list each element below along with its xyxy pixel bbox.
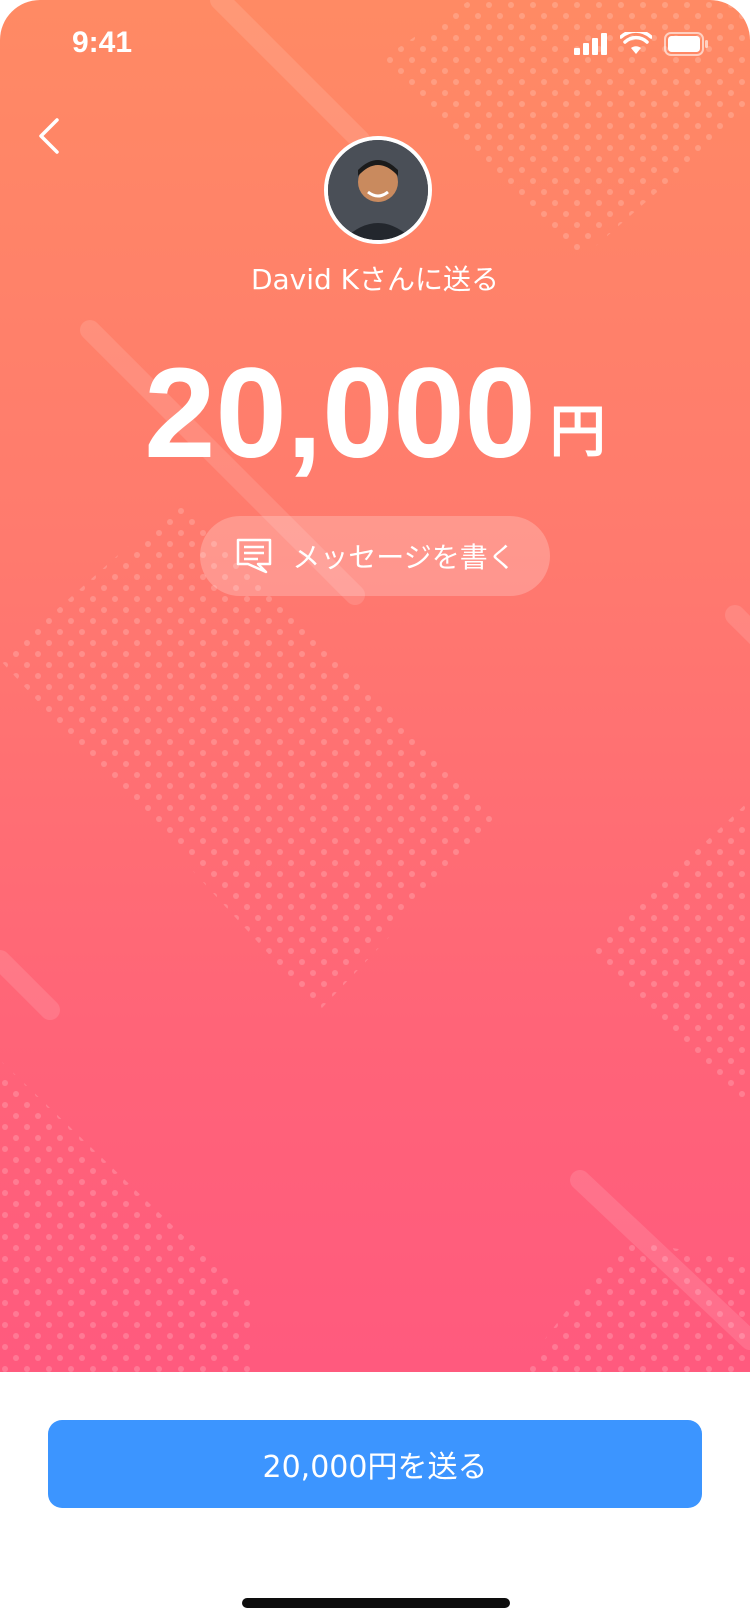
send-button-label: 20,000円を送る bbox=[262, 1450, 488, 1485]
home-indicator bbox=[242, 1598, 510, 1608]
battery-icon bbox=[664, 32, 710, 60]
write-message-button[interactable]: メッセージを書く bbox=[200, 516, 550, 596]
message-icon bbox=[237, 538, 272, 574]
chevron-left-icon bbox=[39, 118, 59, 154]
write-message-label: メッセージを書く bbox=[292, 541, 516, 574]
status-icons bbox=[574, 29, 710, 60]
status-time: 9:41 bbox=[72, 26, 133, 59]
amount-display: 20,000 円 bbox=[0, 340, 750, 487]
bottom-panel: 20,000円を送る bbox=[0, 1372, 750, 1624]
amount-value: 20,000 bbox=[144, 342, 536, 485]
recipient-name: David Kさんに送る bbox=[250, 263, 500, 296]
signal-icon bbox=[574, 33, 608, 59]
wifi-icon bbox=[619, 29, 653, 60]
send-button[interactable]: 20,000円を送る bbox=[48, 1420, 702, 1508]
avatar bbox=[324, 136, 432, 244]
amount-unit: 円 bbox=[549, 400, 606, 465]
status-bar: 9:41 bbox=[0, 0, 750, 92]
screen: 9:41 David Kさんに送る 20,000 円 メッセージを書く 20,0… bbox=[0, 0, 750, 1624]
hero-background: 9:41 David Kさんに送る 20,000 円 メッセージを書く bbox=[0, 0, 750, 1372]
back-button[interactable] bbox=[22, 108, 78, 164]
